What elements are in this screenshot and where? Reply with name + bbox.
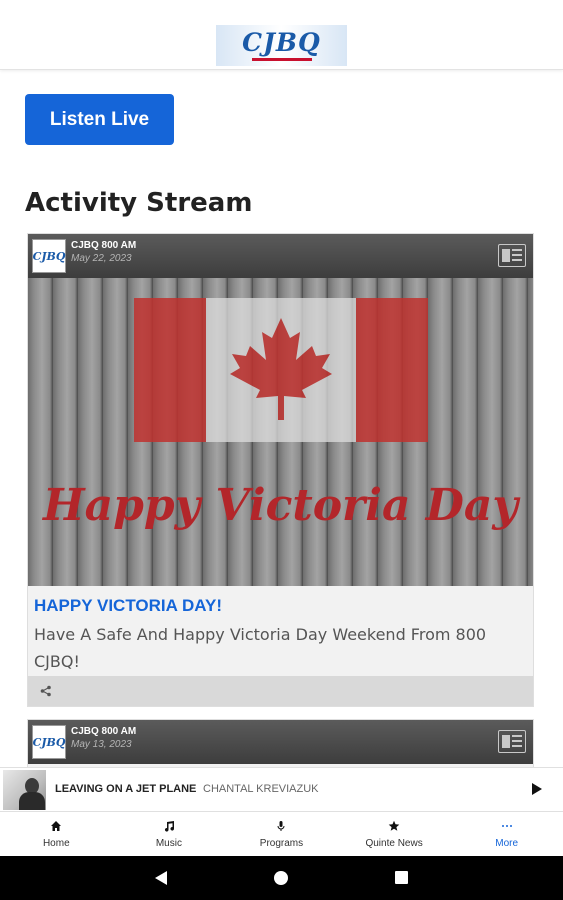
listen-live-button[interactable]: Listen Live [25,94,174,145]
nav-item-home[interactable]: Home [0,812,113,857]
more-dots-icon [500,819,514,833]
track-artist: CHANTAL KREVIAZUK [203,783,319,795]
nav-label: Programs [259,838,304,849]
nav-label: Home [42,838,70,849]
track-title: LEAVING ON A JET PLANE [55,783,197,795]
post-text: Have A Safe And Happy Victoria Day Weeke… [34,625,487,671]
activity-card[interactable]: CJBQ CJBQ 800 AM May 22, 2023 Happy Vict… [27,233,534,707]
article-type-icon [498,244,526,267]
microphone-icon [274,819,288,833]
nav-item-more[interactable]: More [450,812,563,857]
station-logo[interactable]: CJBQ [216,25,347,66]
back-icon[interactable] [155,871,167,885]
card-date: May 13, 2023 [71,739,132,750]
app-screen: CJBQ Listen Live Activity Stream CJBQ CJ… [0,0,563,900]
card-author: CJBQ 800 AM [71,726,137,737]
nav-label: More [495,838,519,849]
play-icon[interactable] [532,783,542,795]
star-icon [387,819,401,833]
app-header: CJBQ [0,0,563,70]
nav-label: Music [155,838,182,849]
card-header: CJBQ CJBQ 800 AM May 22, 2023 [28,234,533,278]
logo-bar [251,58,312,61]
station-avatar: CJBQ [32,239,66,273]
avatar-logo-text: CJBQ [32,249,66,263]
canada-flag-image [134,298,428,442]
card-author: CJBQ 800 AM [71,240,137,251]
article-type-icon [498,730,526,753]
album-art [3,770,46,810]
station-avatar: CJBQ [32,725,66,759]
nav-item-programs[interactable]: Programs [225,812,338,857]
nav-item-music[interactable]: Music [113,812,226,857]
card-date: May 22, 2023 [71,253,132,264]
maple-leaf-icon [230,318,332,420]
post-title[interactable]: HAPPY VICTORIA DAY! [28,586,533,616]
music-note-icon [162,819,176,833]
now-playing-bar[interactable]: LEAVING ON A JET PLANE CHANTAL KREVIAZUK [0,767,563,811]
recent-apps-icon[interactable] [395,871,408,884]
image-caption: Happy Victoria Day [43,480,518,531]
system-navigation-bar [0,856,563,900]
home-icon [49,819,63,833]
nav-label: Quinte News [365,838,423,849]
logo-text: CJBQ [242,28,321,57]
home-circle-icon[interactable] [274,871,288,885]
avatar-logo-text: CJBQ [32,735,66,749]
bottom-navigation: Home Music Programs Quinte News More [0,811,563,856]
post-image[interactable]: Happy Victoria Day [28,278,533,586]
nav-item-quinte-news[interactable]: Quinte News [338,812,451,857]
activity-stream-title: Activity Stream [25,188,253,218]
card-header: CJBQ CJBQ 800 AM May 13, 2023 [28,720,533,764]
card-footer [28,676,533,706]
share-icon[interactable] [40,685,52,697]
